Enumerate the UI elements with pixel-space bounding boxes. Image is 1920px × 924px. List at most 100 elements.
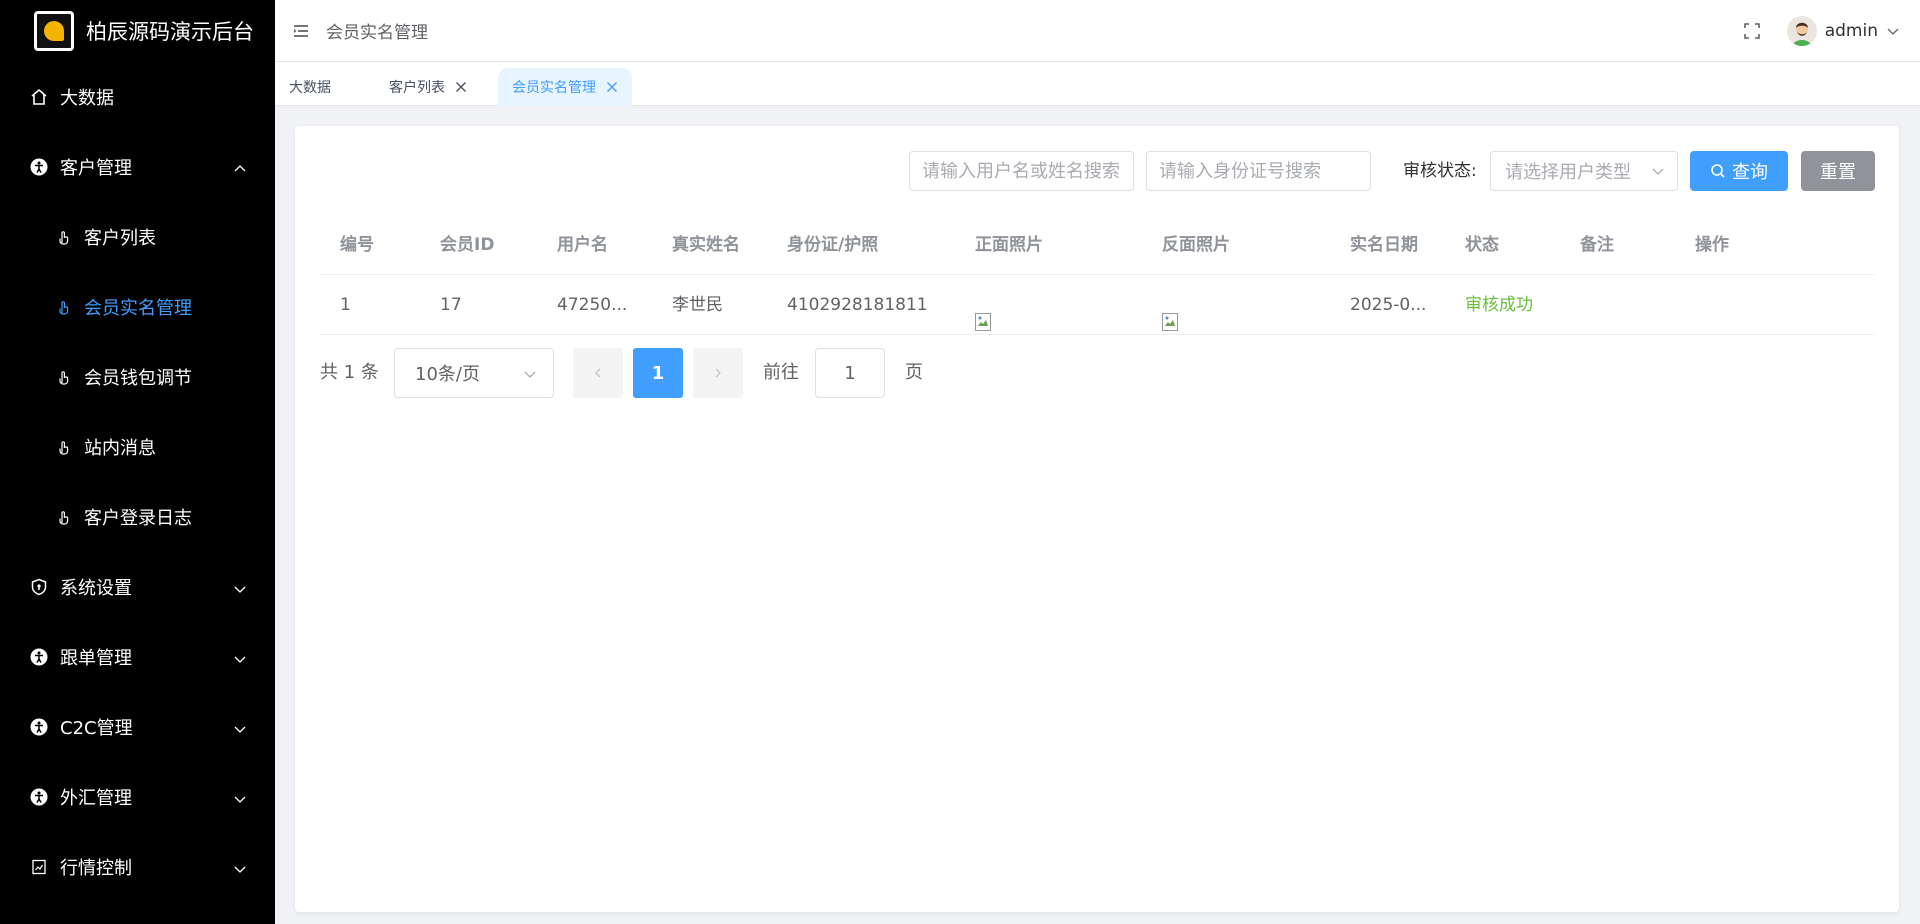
member-realname-table: 编号 会员ID 用户名 真实姓名 身份证/护照 正面照片 反面照片 实名日期 状… <box>320 215 1874 335</box>
tab-label: 大数据 <box>289 80 331 96</box>
username-search-input[interactable] <box>909 151 1134 191</box>
fullscreen-icon[interactable] <box>1743 22 1761 40</box>
column-header: 反面照片 <box>1162 235 1230 255</box>
sidebar-item-label: 大数据 <box>60 88 114 109</box>
sidebar-item-market-control[interactable]: 行情控制 <box>0 832 275 902</box>
column-header: 备注 <box>1580 235 1614 255</box>
column-header: 状态 <box>1465 235 1499 255</box>
chevron-down-icon <box>523 367 537 381</box>
cell-back-photo[interactable] <box>1162 275 1332 335</box>
tab-member-realname[interactable]: 会员实名管理 <box>498 68 632 106</box>
tab-label: 会员实名管理 <box>512 80 596 96</box>
idcard-search-input[interactable] <box>1146 151 1371 191</box>
hand-pointer-icon <box>56 299 72 315</box>
sidebar-item-label: C2C管理 <box>60 718 133 739</box>
page-size-select[interactable]: 10条/页 <box>394 348 554 398</box>
tabs-bar: 大数据 客户列表 会员实名管理 <box>275 62 1920 106</box>
hand-pointer-icon <box>56 369 72 385</box>
hamburger-menu-icon[interactable] <box>292 22 310 40</box>
chevron-right-icon <box>715 368 721 378</box>
chart-icon <box>30 858 48 876</box>
user-name[interactable]: admin <box>1825 21 1878 41</box>
next-page-button[interactable] <box>693 348 743 398</box>
prev-page-button[interactable] <box>573 348 623 398</box>
sidebar-item-label: 客户列表 <box>84 228 156 249</box>
search-icon <box>1710 163 1726 179</box>
close-icon[interactable] <box>606 81 618 93</box>
hand-pointer-icon <box>56 439 72 455</box>
sidebar-item-customers[interactable]: 客户管理 <box>0 132 275 202</box>
goto-page-input[interactable] <box>815 348 885 398</box>
pagination: 共 1 条 10条/页 1 前往 页 <box>320 348 1020 398</box>
cell-front-photo[interactable] <box>975 275 1145 335</box>
sidebar-item-forex[interactable]: 外汇管理 <box>0 762 275 832</box>
broken-image-icon[interactable] <box>1162 296 1178 331</box>
chevron-up-icon <box>233 160 247 174</box>
app-logo-icon <box>34 11 74 51</box>
sidebar-item-login-log[interactable]: 客户登录日志 <box>0 482 275 552</box>
table-header-row: 编号 会员ID 用户名 真实姓名 身份证/护照 正面照片 反面照片 实名日期 状… <box>320 215 1874 275</box>
sidebar-item-label: 系统设置 <box>60 578 132 599</box>
accessibility-icon <box>30 788 48 806</box>
cell-no: 1 <box>340 295 351 315</box>
shield-icon <box>30 578 48 596</box>
status-select[interactable]: 请选择用户类型 <box>1490 151 1678 191</box>
sidebar-item-bigdata[interactable]: 大数据 <box>0 62 275 132</box>
app-title: 柏辰源码演示后台 <box>86 20 254 44</box>
column-header: 真实姓名 <box>672 235 740 255</box>
chevron-down-icon[interactable] <box>1886 24 1900 38</box>
chevron-down-icon <box>233 650 247 664</box>
app-logo-area[interactable]: 柏辰源码演示后台 <box>0 0 275 62</box>
chevron-down-icon <box>233 860 247 874</box>
page-size-value: 10条/页 <box>415 364 480 385</box>
query-button-label: 查询 <box>1732 162 1768 183</box>
cell-username: 47250... <box>557 295 628 315</box>
chevron-down-icon <box>233 790 247 804</box>
sidebar-item-label: 客户登录日志 <box>84 508 192 529</box>
sidebar-item-wallet-adjust[interactable]: 会员钱包调节 <box>0 342 275 412</box>
breadcrumb: 会员实名管理 <box>326 23 428 43</box>
cell-ops <box>1695 275 1795 335</box>
column-header: 实名日期 <box>1350 235 1418 255</box>
cell-id-card: 4102928181811 <box>787 295 928 315</box>
sidebar-item-system-settings[interactable]: 系统设置 <box>0 552 275 622</box>
tab-label: 客户列表 <box>389 80 445 96</box>
top-header: 会员实名管理 admin <box>275 0 1920 62</box>
query-button[interactable]: 查询 <box>1690 151 1788 191</box>
header-right: admin <box>1743 0 1900 62</box>
column-header: 编号 <box>340 235 374 255</box>
avatar[interactable] <box>1786 16 1817 46</box>
accessibility-icon <box>30 718 48 736</box>
sidebar-item-label: 行情控制 <box>60 858 132 879</box>
cell-real-name: 李世民 <box>672 295 723 315</box>
sidebar-item-member-realname[interactable]: 会员实名管理 <box>0 272 275 342</box>
status-filter-label: 审核状态: <box>1403 161 1477 181</box>
hand-pointer-icon <box>56 509 72 525</box>
goto-unit: 页 <box>905 362 923 383</box>
sidebar-item-messages[interactable]: 站内消息 <box>0 412 275 482</box>
column-header: 身份证/护照 <box>787 235 879 255</box>
column-header: 正面照片 <box>975 235 1043 255</box>
cell-date: 2025-0... <box>1350 295 1427 315</box>
reset-button-label: 重置 <box>1820 162 1856 183</box>
accessibility-icon <box>30 158 48 176</box>
reset-button[interactable]: 重置 <box>1801 151 1875 191</box>
broken-image-icon[interactable] <box>975 296 991 331</box>
cell-remark <box>1580 275 1680 335</box>
table-row[interactable]: 1 17 47250... 李世民 4102928181811 2025-0..… <box>320 275 1874 335</box>
sidebar-item-customer-list[interactable]: 客户列表 <box>0 202 275 272</box>
home-icon <box>30 88 48 106</box>
page-number-current[interactable]: 1 <box>633 348 683 398</box>
chevron-down-icon <box>1651 164 1665 178</box>
goto-label: 前往 <box>763 362 799 383</box>
sidebar-item-copy-trading[interactable]: 跟单管理 <box>0 622 275 692</box>
sidebar-menu: 大数据 客户管理 客户列表 会员实名管理 会员钱包调节 站内消息 客户登录日志 … <box>0 62 275 902</box>
status-select-placeholder: 请选择用户类型 <box>1505 162 1631 183</box>
tab-bigdata[interactable]: 大数据 <box>275 68 345 106</box>
chevron-left-icon <box>595 368 601 378</box>
chevron-down-icon <box>233 580 247 594</box>
tab-customer-list[interactable]: 客户列表 <box>375 68 481 106</box>
sidebar-item-c2c[interactable]: C2C管理 <box>0 692 275 762</box>
close-icon[interactable] <box>455 81 467 93</box>
column-header: 会员ID <box>440 235 495 255</box>
